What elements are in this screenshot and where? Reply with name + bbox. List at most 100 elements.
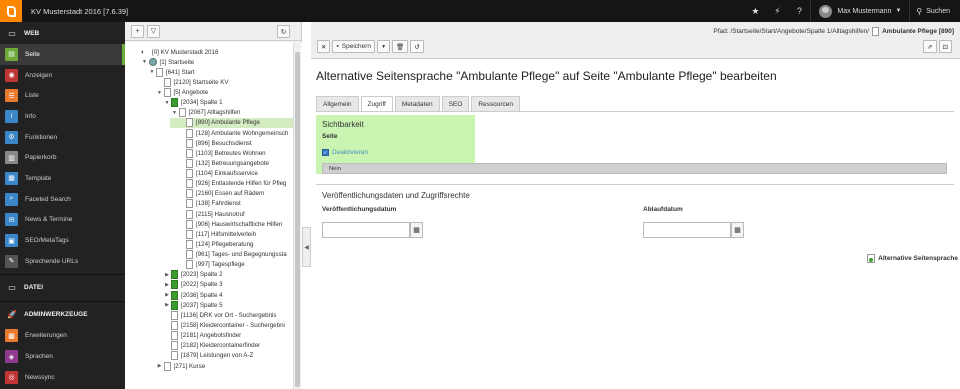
tree-node[interactable]: [926] Entlastende Hilfen für Pfleg [178,179,286,189]
shortcut-button[interactable]: ⊡ [938,40,952,53]
page-icon[interactable] [171,331,178,341]
tree-node[interactable]: [2158] Kleidercontainer - Suchergebni [163,321,285,331]
tree-node[interactable]: ▶ [2023] Spalte 2 [163,270,223,280]
expand-toggle-icon[interactable]: ▶ [156,363,164,369]
tree-node[interactable]: [2182] Kleidercontainerfinder [163,341,260,351]
tab-allgemein[interactable]: Allgemein [316,96,359,111]
page-icon[interactable] [186,158,193,168]
tree-node-label[interactable]: [271] Kurse [174,363,206,370]
tree-node-label[interactable]: [1] Startseite [160,59,195,66]
tree-node-label[interactable]: [2181] Angebotsfinder [181,332,241,339]
tree-node[interactable]: [1136] DRK vor Ort - Suchergebnis [163,310,277,320]
tab-seo[interactable]: SEO [441,96,470,111]
tree-node-label[interactable]: [2022] Spalte 3 [181,281,223,288]
page-icon[interactable] [163,361,171,371]
filter-icon[interactable]: ▽ [147,24,160,38]
expand-toggle-icon[interactable]: ▶ [163,272,171,278]
tree-node[interactable]: [2120] Startseite KV [156,77,229,87]
page-icon[interactable] [186,219,193,229]
module-item-functions[interactable]: ⚙ Funktionen [0,127,125,148]
tree-node-label[interactable]: [1136] DRK vor Ort - Suchergebnis [181,312,277,319]
page-icon[interactable] [186,138,193,148]
page-icon[interactable] [186,189,193,199]
history-button[interactable]: ↺ [410,40,424,53]
module-item-page[interactable]: ▤ Seite [0,44,125,65]
tree-node-label[interactable]: [997] Tagespflege [196,261,245,268]
tree-node[interactable]: ▶ [2037] Spalte 5 [163,300,223,310]
checkbox-label[interactable]: Deaktivieren [332,149,368,156]
tree-node-label[interactable]: [961] Tages- und Begegnungssta [196,251,287,258]
tree-node-label[interactable]: [1104] Einkaufsservice [196,170,258,177]
page-icon[interactable] [171,341,178,351]
tree-node[interactable]: [961] Tages- und Begegnungssta [178,250,287,260]
tree-node-label[interactable]: [2023] Spalte 2 [181,271,223,278]
collapse-toggle-icon[interactable]: ▼ [141,59,149,65]
tree-node[interactable]: [128] Ambulante Wohngemeinsch [178,128,288,138]
content-column-icon[interactable] [171,270,178,280]
page-icon[interactable] [178,108,186,118]
tree-node-label[interactable]: [641] Start [166,69,195,76]
calendar-icon[interactable]: ▦ [731,222,744,238]
disable-checkbox[interactable]: ✓ [322,149,329,156]
tree-node[interactable]: ▼ [1] Startseite [141,57,195,67]
page-icon[interactable] [163,88,171,98]
scroll-thumb[interactable] [295,52,300,387]
calendar-icon[interactable]: ▦ [410,222,423,238]
tree-node-label[interactable]: [1879] Leistungen von A-Z [181,352,253,359]
tree-node-label[interactable]: [2182] Kleidercontainerfinder [181,342,260,349]
site-globe-icon[interactable] [148,58,157,67]
tree-node[interactable]: [2160] Essen auf Rädern [178,189,264,199]
collapse-toggle-icon[interactable]: ▼ [163,100,171,106]
content-column-icon[interactable] [171,290,178,300]
tree-node-label[interactable]: [2120] Startseite KV [174,79,229,86]
new-page-icon[interactable]: + [131,24,144,38]
module-item-newssync[interactable]: ◎ Newssync [0,367,125,388]
tree-node[interactable]: [138] Fahrdienst [178,199,241,209]
tree-node[interactable]: [2181] Angebotsfinder [163,331,241,341]
module-item-info[interactable]: i Info [0,106,125,127]
tree-node-label[interactable]: [132] Betreuungsangebote [196,160,269,167]
user-menu[interactable]: Max Mustermann ▼ [811,4,909,18]
end-date-input[interactable] [643,222,731,238]
expand-toggle-icon[interactable]: ▶ [163,282,171,288]
module-group-1[interactable]: ▭ DATEI [0,277,125,299]
tree-node[interactable]: [890] Ambulante Pflege [170,117,295,128]
page-icon[interactable] [186,199,193,209]
page-icon[interactable] [186,239,193,249]
tree-node-label[interactable]: [2036] Spalte 4 [181,292,223,299]
tree-node-label[interactable]: [128] Ambulante Wohngemeinsch [196,130,288,137]
save-button[interactable]: ▪ Speichern [332,40,376,53]
tree-node-label[interactable]: [2115] Hausnotruf [196,211,245,218]
tab-metadaten[interactable]: Metadaten [394,96,440,111]
page-icon[interactable] [156,67,163,77]
content-column-icon[interactable] [171,98,178,108]
module-item-url[interactable]: ✎ Sprechende URLs [0,251,125,272]
tree-node-label[interactable]: [0] KV Musterstadt 2016 [152,49,218,56]
collapse-toggle-icon[interactable]: ▼ [148,69,156,75]
module-item-extensions[interactable]: ▩ Erweiterungen [0,326,125,347]
page-icon[interactable] [186,148,193,158]
tree-node-label[interactable]: [2037] Spalte 5 [181,302,223,309]
page-icon[interactable] [163,77,171,87]
expand-toggle-icon[interactable]: ▶ [163,292,171,298]
tree-node[interactable]: ▶ [271] Kurse [156,361,206,371]
hidden-select[interactable]: Nein [322,163,947,174]
content-column-icon[interactable] [171,300,178,310]
start-date-input[interactable] [322,222,410,238]
tree-scrollbar[interactable] [293,42,301,389]
site-root-icon[interactable]: ◐ [141,48,149,57]
collapse-toggle-icon[interactable]: ▼ [156,90,164,96]
tree-node-label[interactable]: [124] Pflegeberatung [196,241,253,248]
tree-node[interactable]: [124] Pflegeberatung [178,239,253,249]
collapse-tree-handle[interactable]: ◀ [302,227,311,267]
tree-node[interactable]: [896] Besuchsdienst [178,138,252,148]
page-icon[interactable] [186,179,193,189]
tab-ressourcen[interactable]: Ressourcen [471,96,520,111]
tree-node-label[interactable]: [2158] Kleidercontainer - Suchergebni [181,322,285,329]
page-icon[interactable] [171,310,178,320]
tree-node[interactable]: [1103] Betreutes Wohnen [178,148,266,158]
tree-node[interactable]: ▼ [2034] Spalte 1 [163,98,223,108]
module-item-list[interactable]: ☰ Liste [0,85,125,106]
typo3-logo-icon[interactable] [0,0,22,22]
tree-node[interactable]: [2115] Hausnotruf [178,209,245,219]
